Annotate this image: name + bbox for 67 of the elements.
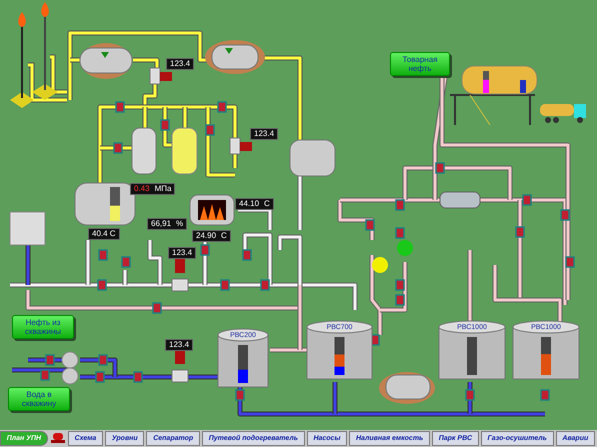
cabinet bbox=[10, 212, 46, 246]
reading-value: 44.10 bbox=[239, 199, 260, 209]
valve-icon[interactable] bbox=[235, 389, 245, 401]
valve-icon[interactable] bbox=[95, 371, 105, 383]
valve-icon[interactable] bbox=[395, 227, 405, 239]
valve-icon[interactable] bbox=[98, 354, 108, 366]
valve-icon[interactable] bbox=[515, 226, 525, 238]
navigation-button[interactable]: Вода в скважину bbox=[8, 387, 70, 411]
valve-icon[interactable] bbox=[242, 249, 252, 261]
valve-icon[interactable] bbox=[395, 294, 405, 306]
heat-exchanger bbox=[440, 192, 480, 208]
valve-icon[interactable] bbox=[395, 199, 405, 211]
valve-icon[interactable] bbox=[220, 279, 230, 291]
reading-value: 123.4 bbox=[169, 340, 190, 350]
reading-unit: МПа bbox=[154, 184, 172, 194]
buried-tank-drawing bbox=[379, 372, 435, 404]
valve-icon[interactable] bbox=[465, 389, 475, 401]
valve-icon[interactable] bbox=[365, 219, 375, 231]
navigation-button[interactable]: Нефть из скважины bbox=[12, 315, 74, 339]
valve-icon[interactable] bbox=[115, 101, 125, 113]
vertical-vessel bbox=[172, 128, 198, 174]
reading-value: 123.4 bbox=[254, 129, 274, 139]
reading-value: 66,91 bbox=[151, 219, 172, 229]
valve-icon[interactable] bbox=[200, 244, 210, 256]
siren-icon[interactable] bbox=[50, 432, 66, 444]
flowmeter-icon bbox=[172, 259, 188, 292]
valve-icon[interactable] bbox=[98, 249, 108, 261]
reading-value: 40.4 C bbox=[92, 229, 116, 239]
valve-icon[interactable] bbox=[152, 302, 162, 314]
vertical-vessel bbox=[132, 128, 156, 174]
valve-icon[interactable] bbox=[133, 371, 143, 383]
tanker-truck-drawing bbox=[540, 104, 586, 123]
valve-icon[interactable] bbox=[522, 194, 532, 206]
pump-drawing bbox=[62, 352, 78, 384]
flowmeter-icon bbox=[150, 68, 172, 84]
pipe bbox=[298, 175, 302, 230]
reading-value: 123.4 bbox=[170, 59, 190, 69]
valve-icon[interactable] bbox=[121, 256, 131, 268]
horizontal-vessel bbox=[290, 140, 336, 176]
valve-icon[interactable] bbox=[260, 279, 270, 291]
valve-icon[interactable] bbox=[40, 369, 50, 381]
pump-icon[interactable] bbox=[372, 257, 388, 273]
reading-value: 123.4 bbox=[172, 248, 192, 258]
reading-value: 0.43 bbox=[134, 184, 150, 194]
navigation-button[interactable]: Товарная нефть bbox=[390, 52, 450, 76]
flowmeter-icon bbox=[230, 138, 252, 154]
reading-unit: C bbox=[221, 231, 227, 241]
buried-tank-drawing bbox=[80, 43, 132, 79]
valve-icon[interactable] bbox=[113, 142, 123, 154]
valve-icon[interactable] bbox=[565, 256, 575, 268]
pump-icon[interactable] bbox=[397, 240, 413, 256]
reading-value: 24.90 bbox=[196, 231, 216, 241]
valve-icon[interactable] bbox=[97, 279, 107, 291]
level-gauge bbox=[467, 337, 477, 375]
buried-tank-drawing bbox=[205, 40, 265, 74]
valve-icon[interactable] bbox=[395, 279, 405, 291]
valve-icon[interactable] bbox=[217, 101, 227, 113]
valve-icon[interactable] bbox=[560, 209, 570, 221]
valve-icon[interactable] bbox=[160, 119, 170, 131]
valve-icon[interactable] bbox=[540, 389, 550, 401]
reading-unit: C bbox=[264, 199, 270, 209]
flowmeter-icon bbox=[172, 350, 188, 382]
reading-unit: % bbox=[176, 219, 184, 229]
heater-drawing bbox=[190, 194, 234, 226]
valve-icon[interactable] bbox=[45, 354, 55, 366]
valve-icon[interactable] bbox=[435, 162, 445, 174]
valve-icon[interactable] bbox=[205, 124, 215, 136]
